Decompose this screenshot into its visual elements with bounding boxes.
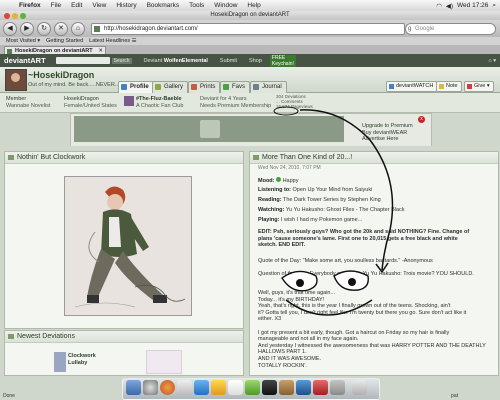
- status-bar: Done pat: [0, 393, 500, 400]
- status-text: Done: [3, 393, 15, 399]
- status-right-text: pat: [451, 393, 458, 399]
- doodle-overlay-icon: [273, 106, 394, 316]
